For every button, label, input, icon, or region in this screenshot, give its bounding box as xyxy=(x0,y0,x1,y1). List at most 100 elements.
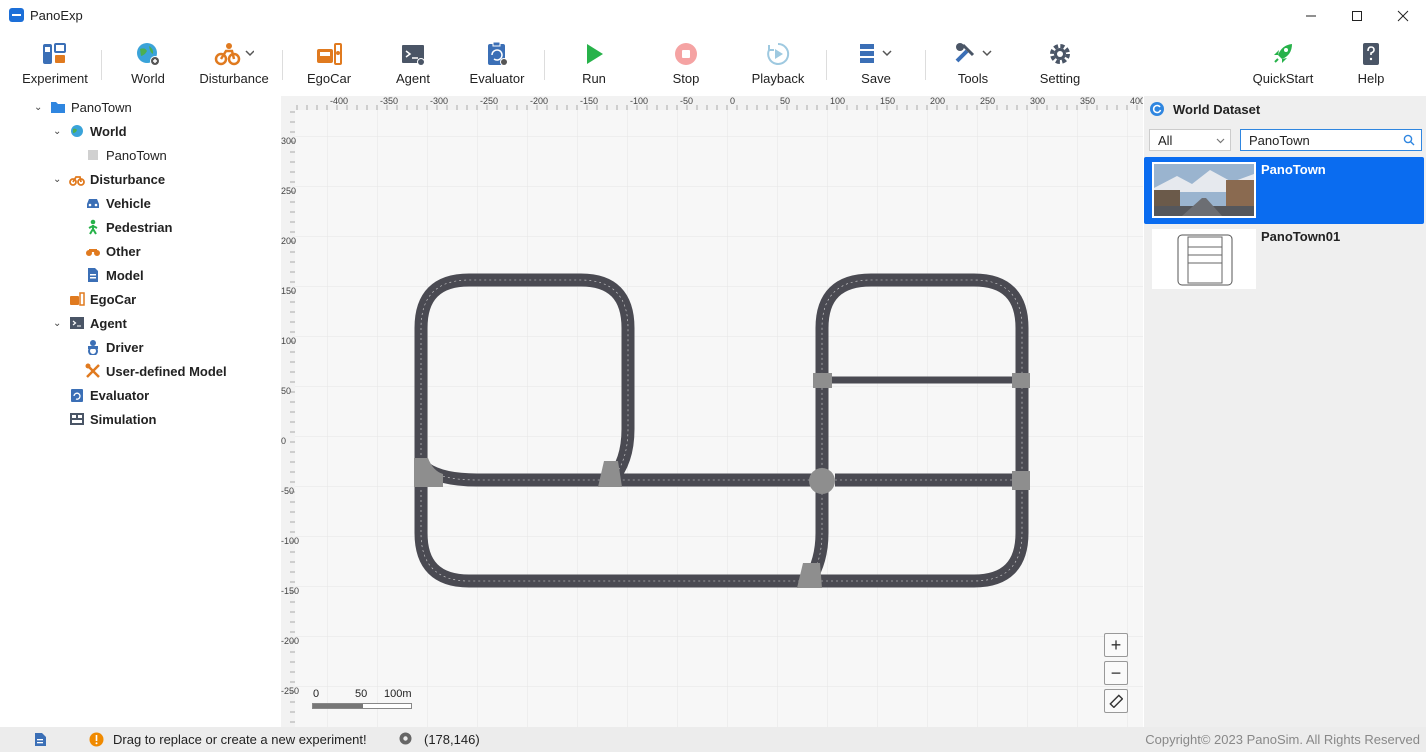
scale-end-label: 100m xyxy=(384,688,412,700)
zoom-out-button[interactable]: − xyxy=(1104,661,1128,685)
search-icon[interactable] xyxy=(1403,134,1415,146)
tree-root-label: PanoTown xyxy=(71,99,132,115)
x-ruler-label: -400 xyxy=(330,96,348,106)
tree-node-egocar[interactable]: EgoCar xyxy=(69,289,136,309)
dataset-search-input[interactable]: PanoTown xyxy=(1240,129,1422,151)
help-icon xyxy=(1358,40,1384,68)
tree-node-disturbance[interactable]: ⌄ Disturbance xyxy=(53,169,165,189)
x-ruler-label: 400 xyxy=(1130,96,1143,106)
junction xyxy=(1012,471,1030,490)
evaluator-icon xyxy=(69,387,85,403)
location-pin-icon xyxy=(399,732,412,745)
y-ruler-label: -200 xyxy=(281,636,299,646)
map-placeholder-icon xyxy=(85,147,101,163)
tree-vehicle-label: Vehicle xyxy=(106,195,151,211)
status-message: Drag to replace or create a new experime… xyxy=(113,732,367,747)
rocket-icon xyxy=(1270,40,1296,68)
egocar-button[interactable]: EgoCar xyxy=(306,40,352,94)
tree-world-label: World xyxy=(90,123,127,139)
status-bar: Drag to replace or create a new experime… xyxy=(0,727,1426,752)
document-icon[interactable] xyxy=(34,732,47,747)
run-button[interactable]: Run xyxy=(578,40,610,94)
tree-simulation-label: Simulation xyxy=(90,411,157,427)
run-label: Run xyxy=(582,71,606,86)
agent-label: Agent xyxy=(396,71,430,86)
y-ruler-label: -150 xyxy=(281,586,299,596)
x-ruler-label: 50 xyxy=(780,96,790,106)
experiment-button[interactable]: Experiment xyxy=(22,40,88,94)
save-button[interactable]: Save xyxy=(852,40,900,94)
driver-icon xyxy=(85,339,101,355)
world-button[interactable]: World xyxy=(126,40,170,94)
tools-icon xyxy=(953,40,993,68)
dataset-item[interactable]: PanoTown01 xyxy=(1144,226,1424,292)
car-icon xyxy=(85,195,101,211)
junction xyxy=(1012,373,1030,388)
agent-button[interactable]: Agent xyxy=(392,40,434,94)
main-toolbar: Experiment World Disturbance EgoCar Agen… xyxy=(0,32,1426,96)
tree-disturbance-label: Disturbance xyxy=(90,171,166,187)
x-ruler-label: -100 xyxy=(630,96,648,106)
x-ruler-label: -150 xyxy=(580,96,598,106)
help-button[interactable]: Help xyxy=(1354,40,1388,94)
chevron-down-icon[interactable]: ⌄ xyxy=(34,102,46,113)
tree-node-other[interactable]: Other xyxy=(85,241,141,261)
egocar-icon xyxy=(69,291,85,307)
tree-node-model[interactable]: Model xyxy=(85,265,144,285)
model-file-icon xyxy=(85,267,101,283)
ruler-icon xyxy=(1109,694,1123,708)
maximize-button[interactable] xyxy=(1334,0,1380,32)
motorbike-icon xyxy=(214,40,254,68)
stop-button[interactable]: Stop xyxy=(670,40,702,94)
toolbar-separator xyxy=(282,50,283,80)
setting-label: Setting xyxy=(1039,71,1081,86)
tree-node-evaluator[interactable]: Evaluator xyxy=(69,385,149,405)
quickstart-button[interactable]: QuickStart xyxy=(1252,40,1314,94)
dataset-item-selected[interactable]: PanoTown xyxy=(1144,157,1424,224)
close-button[interactable] xyxy=(1380,0,1426,32)
tree-node-agent[interactable]: ⌄ Agent xyxy=(53,313,127,333)
x-ruler-label: 0 xyxy=(730,96,735,106)
stop-icon xyxy=(673,40,699,68)
tree-node-vehicle[interactable]: Vehicle xyxy=(85,193,151,213)
minimize-button[interactable] xyxy=(1288,0,1334,32)
evaluator-button[interactable]: Evaluator xyxy=(468,40,526,94)
x-ruler-label: 150 xyxy=(880,96,895,106)
tree-node-world[interactable]: ⌄ World xyxy=(53,121,127,141)
tree-node-pedestrian[interactable]: Pedestrian xyxy=(85,217,172,237)
chevron-down-icon[interactable]: ⌄ xyxy=(53,126,65,137)
evaluator-icon xyxy=(484,40,510,68)
x-ruler-label: -300 xyxy=(430,96,448,106)
tree-node-user-defined-model[interactable]: User-defined Model xyxy=(85,361,227,381)
tree-node-world-panotown[interactable]: PanoTown xyxy=(85,145,167,165)
experiment-label: Experiment xyxy=(22,71,88,86)
y-ruler-label: 300 xyxy=(281,136,296,146)
motorbike-icon xyxy=(85,243,101,259)
tree-evaluator-label: Evaluator xyxy=(90,387,150,403)
tree-node-root[interactable]: ⌄ PanoTown xyxy=(34,97,132,117)
zoom-in-button[interactable]: + xyxy=(1104,633,1128,657)
y-ruler-label: -100 xyxy=(281,536,299,546)
warning-icon xyxy=(89,732,104,747)
play-icon xyxy=(582,40,606,68)
terminal-icon xyxy=(400,40,426,68)
measure-ruler-button[interactable] xyxy=(1104,689,1128,713)
tree-node-simulation[interactable]: Simulation xyxy=(69,409,156,429)
playback-button[interactable]: Playback xyxy=(751,40,805,94)
refresh-icon[interactable] xyxy=(1150,102,1164,116)
x-ruler-label: -50 xyxy=(680,96,693,106)
road-map[interactable]: -400 -350 -300 -250 -200 -150 -100 -50 0 50 100 150… xyxy=(281,96,1143,727)
tree-node-driver[interactable]: Driver xyxy=(85,337,144,357)
tools-button[interactable]: Tools xyxy=(948,40,998,94)
title-bar: PanoExp xyxy=(0,0,1426,32)
map-canvas[interactable]: -400 -350 -300 -250 -200 -150 -100 -50 0 50 100 150… xyxy=(281,96,1143,727)
category-filter-select[interactable]: All xyxy=(1149,129,1231,151)
toolbar-separator xyxy=(544,50,545,80)
chevron-down-icon[interactable]: ⌄ xyxy=(53,318,65,329)
simulation-icon xyxy=(69,411,85,427)
chevron-down-icon[interactable]: ⌄ xyxy=(53,174,65,185)
tree-egocar-label: EgoCar xyxy=(90,291,137,307)
setting-button[interactable]: Setting xyxy=(1036,40,1084,94)
disturbance-button[interactable]: Disturbance xyxy=(198,40,270,94)
dataset-item-name: PanoTown01 xyxy=(1261,229,1341,244)
